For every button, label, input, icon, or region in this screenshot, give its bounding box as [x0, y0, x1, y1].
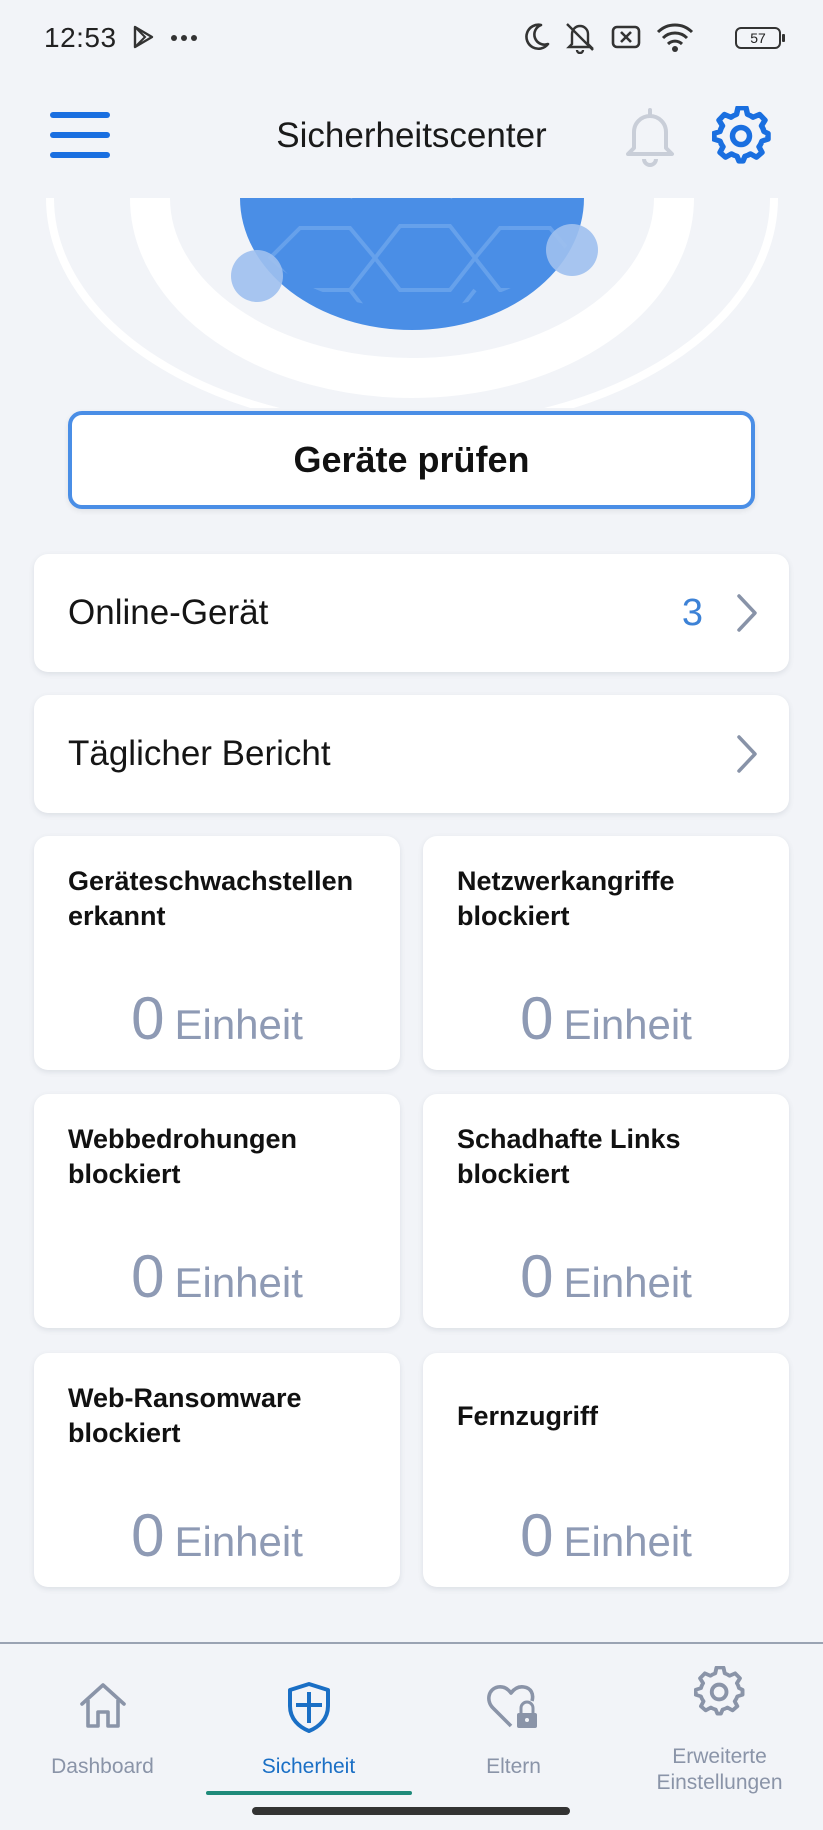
play-store-icon: [130, 24, 156, 55]
stat-title: Netzwerkangriffe blockiert: [457, 866, 675, 931]
active-tab-indicator: [206, 1791, 412, 1795]
stat-card-web-ransomware[interactable]: Web-Ransomware blockiert 0 Einheit: [34, 1353, 400, 1587]
stat-value: 0: [131, 1243, 165, 1310]
nav-label: Eltern: [486, 1755, 541, 1778]
stat-title: Geräteschwachstellen erkannt: [68, 866, 354, 931]
nav-tab-advanced-settings[interactable]: Erweiterte Einstellungen: [617, 1644, 822, 1804]
stat-value-group: 0 Einheit: [34, 1501, 400, 1570]
app-bar: Sicherheitscenter: [0, 78, 823, 200]
stat-title: Webbedrohungen blockiert: [68, 1124, 297, 1189]
battery-icon: 57: [735, 27, 785, 49]
battery-level: 57: [750, 30, 766, 46]
security-shield-illustration: [0, 198, 823, 408]
online-device-count: 3: [681, 592, 703, 634]
stat-value-group: 0 Einheit: [34, 1242, 400, 1311]
stat-value: 0: [131, 1502, 165, 1569]
stat-value: 0: [131, 985, 165, 1052]
nav-label: Sicherheit: [261, 1755, 356, 1778]
bottom-navigation: Dashboard Sicherheit Eltern Erweiterte E…: [0, 1642, 823, 1830]
shield-icon: [287, 1682, 330, 1733]
settings-button[interactable]: [711, 105, 772, 171]
more-dots-icon: [170, 24, 198, 55]
wifi-icon: [656, 23, 694, 52]
nav-tab-security[interactable]: Sicherheit: [206, 1644, 411, 1804]
stat-title: Fernzugriff: [457, 1401, 598, 1431]
stat-unit: Einheit: [563, 1518, 692, 1565]
online-devices-row[interactable]: Online-Gerät 3: [34, 554, 789, 672]
stat-card-malicious-links[interactable]: Schadhafte Links blockiert 0 Einheit: [423, 1094, 789, 1328]
stat-value: 0: [520, 1243, 554, 1310]
nav-label: Erweiterte Einstellungen: [656, 1745, 783, 1794]
gear-icon: [711, 105, 771, 164]
home-gesture-bar[interactable]: [252, 1807, 570, 1815]
nav-label: Dashboard: [51, 1755, 154, 1778]
chevron-right-icon: [737, 735, 757, 773]
page-title: Sicherheitscenter: [276, 116, 547, 155]
chevron-right-icon: [737, 594, 757, 632]
status-bar: 12:53 57: [0, 0, 823, 78]
stat-card-network-attacks[interactable]: Netzwerkangriffe blockiert 0 Einheit: [423, 836, 789, 1070]
home-icon: [79, 1683, 126, 1728]
nav-tab-dashboard[interactable]: Dashboard: [0, 1644, 205, 1804]
stat-unit: Einheit: [563, 1001, 692, 1048]
stat-unit: Einheit: [174, 1259, 303, 1306]
stat-value-group: 0 Einheit: [423, 984, 789, 1053]
stat-unit: Einheit: [563, 1259, 692, 1306]
stat-unit: Einheit: [174, 1518, 303, 1565]
vibrate-off-icon: [566, 23, 594, 54]
stat-value: 0: [520, 1502, 554, 1569]
stat-title: Web-Ransomware blockiert: [68, 1383, 302, 1448]
row-label: Online-Gerät: [68, 593, 269, 632]
stat-value-group: 0 Einheit: [34, 984, 400, 1053]
stat-card-device-vulnerabilities[interactable]: Geräteschwachstellen erkannt 0 Einheit: [34, 836, 400, 1070]
scan-devices-button[interactable]: Geräte prüfen: [68, 411, 755, 509]
stat-card-remote-access[interactable]: Fernzugriff 0 Einheit: [423, 1353, 789, 1587]
daily-report-row[interactable]: Täglicher Bericht: [34, 695, 789, 813]
gear-icon: [693, 1666, 744, 1716]
heart-lock-icon: [486, 1685, 537, 1728]
bell-icon: [626, 108, 674, 167]
nav-tab-parents[interactable]: Eltern: [411, 1644, 616, 1804]
stat-card-web-threats[interactable]: Webbedrohungen blockiert 0 Einheit: [34, 1094, 400, 1328]
no-sim-icon: [611, 25, 641, 49]
stat-title: Schadhafte Links blockiert: [457, 1124, 681, 1189]
status-icons: 57: [521, 20, 785, 58]
moon-icon: [525, 23, 550, 51]
notifications-button[interactable]: [620, 104, 680, 173]
row-label: Täglicher Bericht: [68, 734, 331, 773]
status-time: 12:53: [44, 22, 117, 53]
stat-value-group: 0 Einheit: [423, 1242, 789, 1311]
stat-value: 0: [520, 985, 554, 1052]
stat-unit: Einheit: [174, 1001, 303, 1048]
stat-value-group: 0 Einheit: [423, 1501, 789, 1570]
